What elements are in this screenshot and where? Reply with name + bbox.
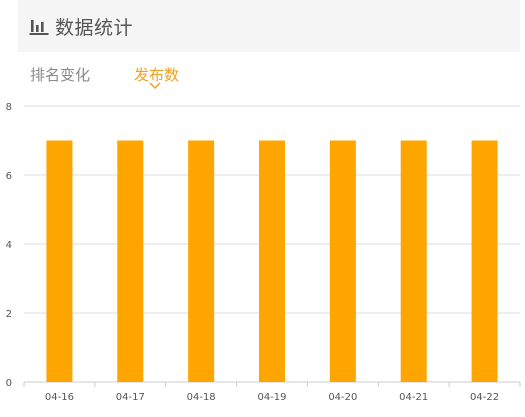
chart-area: 0 2 4 6 8 04-16 04-17 04-18 04-19 04-20 04-21 04-22 [0,96,525,413]
y-tick-label: 6 [6,171,12,182]
bar-chart-icon [29,20,49,35]
bar [471,140,498,382]
section-title: 数据统计 [55,16,134,39]
x-tick-label: 04-18 [187,392,216,403]
y-tick-label: 4 [6,240,12,251]
bar-chart: 0 2 4 6 8 04-16 04-17 04-18 04-19 04-20 04-21 04-22 [6,102,521,403]
bar [259,140,285,382]
tab-rank-change[interactable]: 排名变化 [30,64,90,85]
x-tick-label: 04-19 [257,392,286,403]
section-header: 数据统计 [18,0,520,52]
chevron-down-icon [149,82,161,90]
x-tick-label: 04-20 [328,392,357,403]
bar [117,140,144,382]
bar [46,140,73,382]
bar [400,140,427,382]
y-tick-label: 2 [6,309,12,320]
bar [188,140,215,382]
y-tick-label: 0 [6,378,12,389]
x-tick-label: 04-17 [116,392,145,403]
x-tick-label: 04-21 [399,392,428,403]
x-tick-label: 04-16 [45,392,74,403]
bar [329,140,356,382]
y-tick-label: 8 [6,102,12,113]
tab-bar: 排名变化 发布数 [0,58,525,98]
x-tick-label: 04-22 [470,392,499,403]
